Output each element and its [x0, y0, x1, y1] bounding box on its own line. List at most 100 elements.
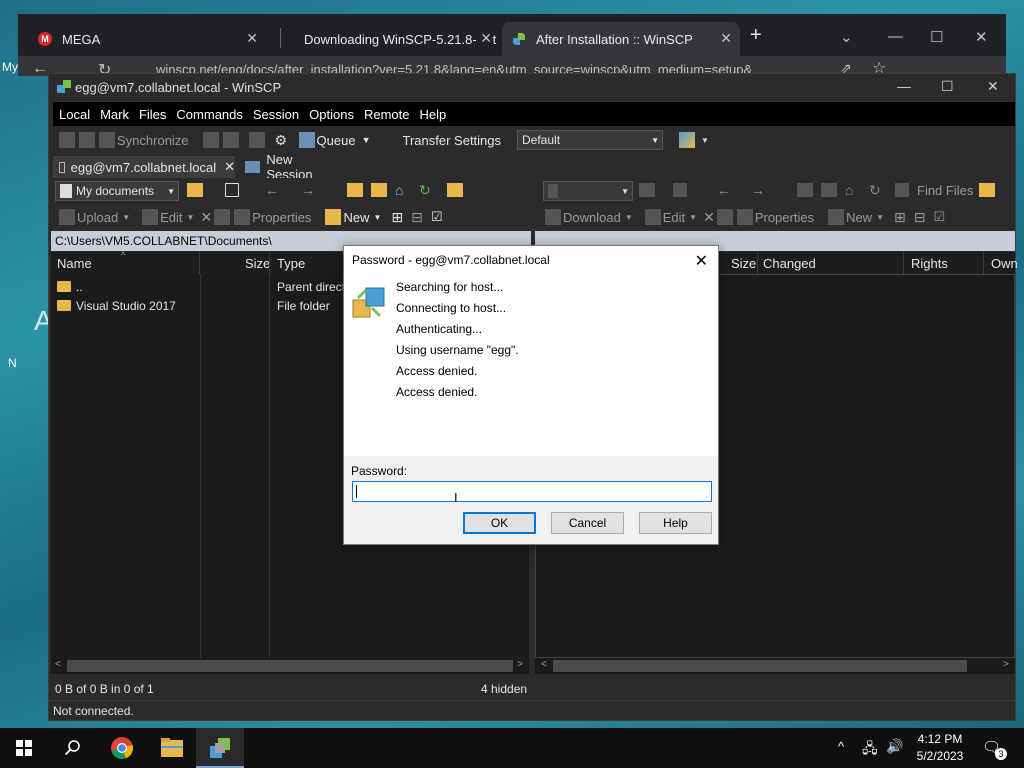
- edit-button[interactable]: Edit: [663, 210, 685, 225]
- properties-button[interactable]: Properties: [755, 210, 814, 225]
- back-icon[interactable]: ←: [32, 60, 48, 78]
- open-folder-icon[interactable]: [187, 183, 203, 197]
- new-button[interactable]: New: [343, 210, 369, 225]
- bookmarks-icon[interactable]: [979, 183, 995, 197]
- column-size[interactable]: Size: [731, 256, 756, 271]
- search-icon[interactable]: [64, 739, 82, 757]
- home-icon[interactable]: ⌂: [845, 182, 853, 198]
- chevron-down-icon[interactable]: ▼: [122, 213, 130, 222]
- menu-commands[interactable]: Commands: [170, 107, 246, 122]
- close-tab-icon[interactable]: ✕: [246, 30, 258, 47]
- file-explorer-icon[interactable]: [160, 737, 184, 759]
- scroll-thumb[interactable]: [67, 660, 513, 672]
- preferences-gear-icon[interactable]: ⚙: [275, 132, 291, 148]
- help-button[interactable]: Help: [639, 512, 712, 534]
- clock-date[interactable]: 5/2/2023: [912, 749, 968, 763]
- menu-remote[interactable]: Remote: [358, 107, 414, 122]
- scroll-right-icon[interactable]: >: [517, 659, 523, 670]
- back-icon[interactable]: ←: [265, 182, 279, 198]
- refresh-icon[interactable]: ↻: [419, 182, 431, 199]
- new-button[interactable]: New: [846, 210, 872, 225]
- volume-icon[interactable]: 🔊: [886, 738, 903, 755]
- chevron-down-icon[interactable]: ▼: [689, 213, 697, 222]
- clock-time[interactable]: 4:12 PM: [912, 732, 968, 746]
- refresh-icon[interactable]: ↻: [869, 182, 881, 199]
- close-tab-icon[interactable]: ✕: [720, 30, 732, 47]
- close-tab-icon[interactable]: ✕: [476, 30, 492, 47]
- edit-button[interactable]: Edit: [160, 210, 182, 225]
- menu-session[interactable]: Session: [247, 107, 303, 122]
- chevron-down-icon[interactable]: ▼: [187, 213, 195, 222]
- ok-button[interactable]: OK: [463, 512, 536, 534]
- chevron-down-icon[interactable]: ▼: [362, 135, 371, 145]
- filter-icon[interactable]: [673, 183, 687, 197]
- remote-horizontal-scrollbar[interactable]: < >: [535, 658, 1015, 674]
- select-plus-icon[interactable]: ⊞: [894, 209, 906, 226]
- column-type[interactable]: Type: [277, 256, 305, 271]
- column-rights[interactable]: Rights: [911, 256, 948, 271]
- windows-start-icon[interactable]: [16, 740, 32, 756]
- synchronize-button[interactable]: Synchronize: [117, 133, 189, 148]
- upload-button[interactable]: Upload: [77, 210, 118, 225]
- chevron-down-icon[interactable]: ▼: [625, 213, 633, 222]
- queue-button[interactable]: Queue: [317, 133, 356, 148]
- back-icon[interactable]: ←: [717, 182, 731, 198]
- session-tab-active[interactable]: egg@vm7.collabnet.local ✕: [53, 156, 235, 178]
- new-session-tab[interactable]: New Session: [239, 152, 339, 182]
- chevron-down-icon[interactable]: ▼: [876, 213, 884, 222]
- maximize-icon[interactable]: ☐: [941, 78, 954, 95]
- chevron-down-icon[interactable]: ▼: [701, 136, 709, 145]
- parent-dir-icon[interactable]: [797, 183, 813, 197]
- menu-local[interactable]: Local: [53, 107, 94, 122]
- browser-tab-mega[interactable]: M MEGA ✕: [28, 22, 266, 56]
- column-changed[interactable]: Changed: [763, 256, 816, 271]
- transfer-settings-select[interactable]: Default ▼: [517, 130, 663, 150]
- rename-icon[interactable]: [716, 209, 733, 225]
- network-icon[interactable]: 🖧: [862, 738, 878, 762]
- transfer-preset-icon[interactable]: [679, 132, 695, 148]
- local-location-select[interactable]: My documents ▼: [55, 181, 179, 201]
- select-all-icon[interactable]: ☑: [431, 209, 443, 225]
- desktop-icon-label[interactable]: My: [2, 60, 18, 74]
- close-icon[interactable]: ✕: [695, 251, 708, 271]
- bookmarks-icon[interactable]: [447, 183, 463, 197]
- root-dir-icon[interactable]: [371, 183, 387, 197]
- scroll-left-icon[interactable]: <: [55, 659, 61, 670]
- minimize-icon[interactable]: —: [897, 78, 911, 94]
- open-dir-icon[interactable]: [639, 183, 655, 197]
- delete-icon[interactable]: ✕: [703, 209, 715, 226]
- select-all-icon[interactable]: ☑: [933, 209, 945, 225]
- chevron-down-icon[interactable]: ▼: [373, 213, 381, 222]
- close-icon[interactable]: ✕: [975, 28, 988, 46]
- menu-files[interactable]: Files: [133, 107, 170, 122]
- column-name[interactable]: Name: [57, 256, 92, 271]
- browser-tab-downloading[interactable]: Downloading WinSCP-5.21.8-Set ✕: [284, 22, 500, 56]
- scroll-left-icon[interactable]: <: [541, 659, 547, 670]
- synchronize-icon[interactable]: [99, 132, 115, 148]
- filter-icon[interactable]: [225, 183, 239, 197]
- find-files-button[interactable]: Find Files: [917, 183, 973, 198]
- forward-icon[interactable]: →: [751, 182, 765, 198]
- tab-search-icon[interactable]: ⌄: [840, 28, 853, 46]
- parent-dir-icon[interactable]: [347, 183, 363, 197]
- local-horizontal-scrollbar[interactable]: < >: [51, 658, 529, 674]
- column-owner[interactable]: Own: [991, 256, 1018, 271]
- new-tab-button[interactable]: +: [750, 24, 762, 47]
- select-plus-icon[interactable]: ⊞: [391, 209, 403, 226]
- browser-tab-after-installation[interactable]: After Installation :: WinSCP ✕: [502, 22, 740, 56]
- taskbar-winscp-button[interactable]: [196, 728, 244, 768]
- scroll-right-icon[interactable]: >: [1003, 659, 1009, 670]
- menu-options[interactable]: Options: [303, 107, 358, 122]
- download-button[interactable]: Download: [563, 210, 621, 225]
- chevron-up-icon[interactable]: ^: [838, 739, 844, 754]
- find-icon[interactable]: [248, 132, 265, 148]
- unselect-minus-icon[interactable]: ⊟: [411, 209, 423, 226]
- menu-help[interactable]: Help: [413, 107, 450, 122]
- minimize-icon[interactable]: —: [888, 28, 903, 45]
- maximize-icon[interactable]: ☐: [930, 28, 943, 46]
- menu-mark[interactable]: Mark: [94, 107, 133, 122]
- compare-icon[interactable]: [59, 132, 75, 148]
- console-icon[interactable]: [202, 132, 219, 148]
- rename-icon[interactable]: [214, 209, 231, 225]
- unselect-minus-icon[interactable]: ⊟: [914, 209, 926, 226]
